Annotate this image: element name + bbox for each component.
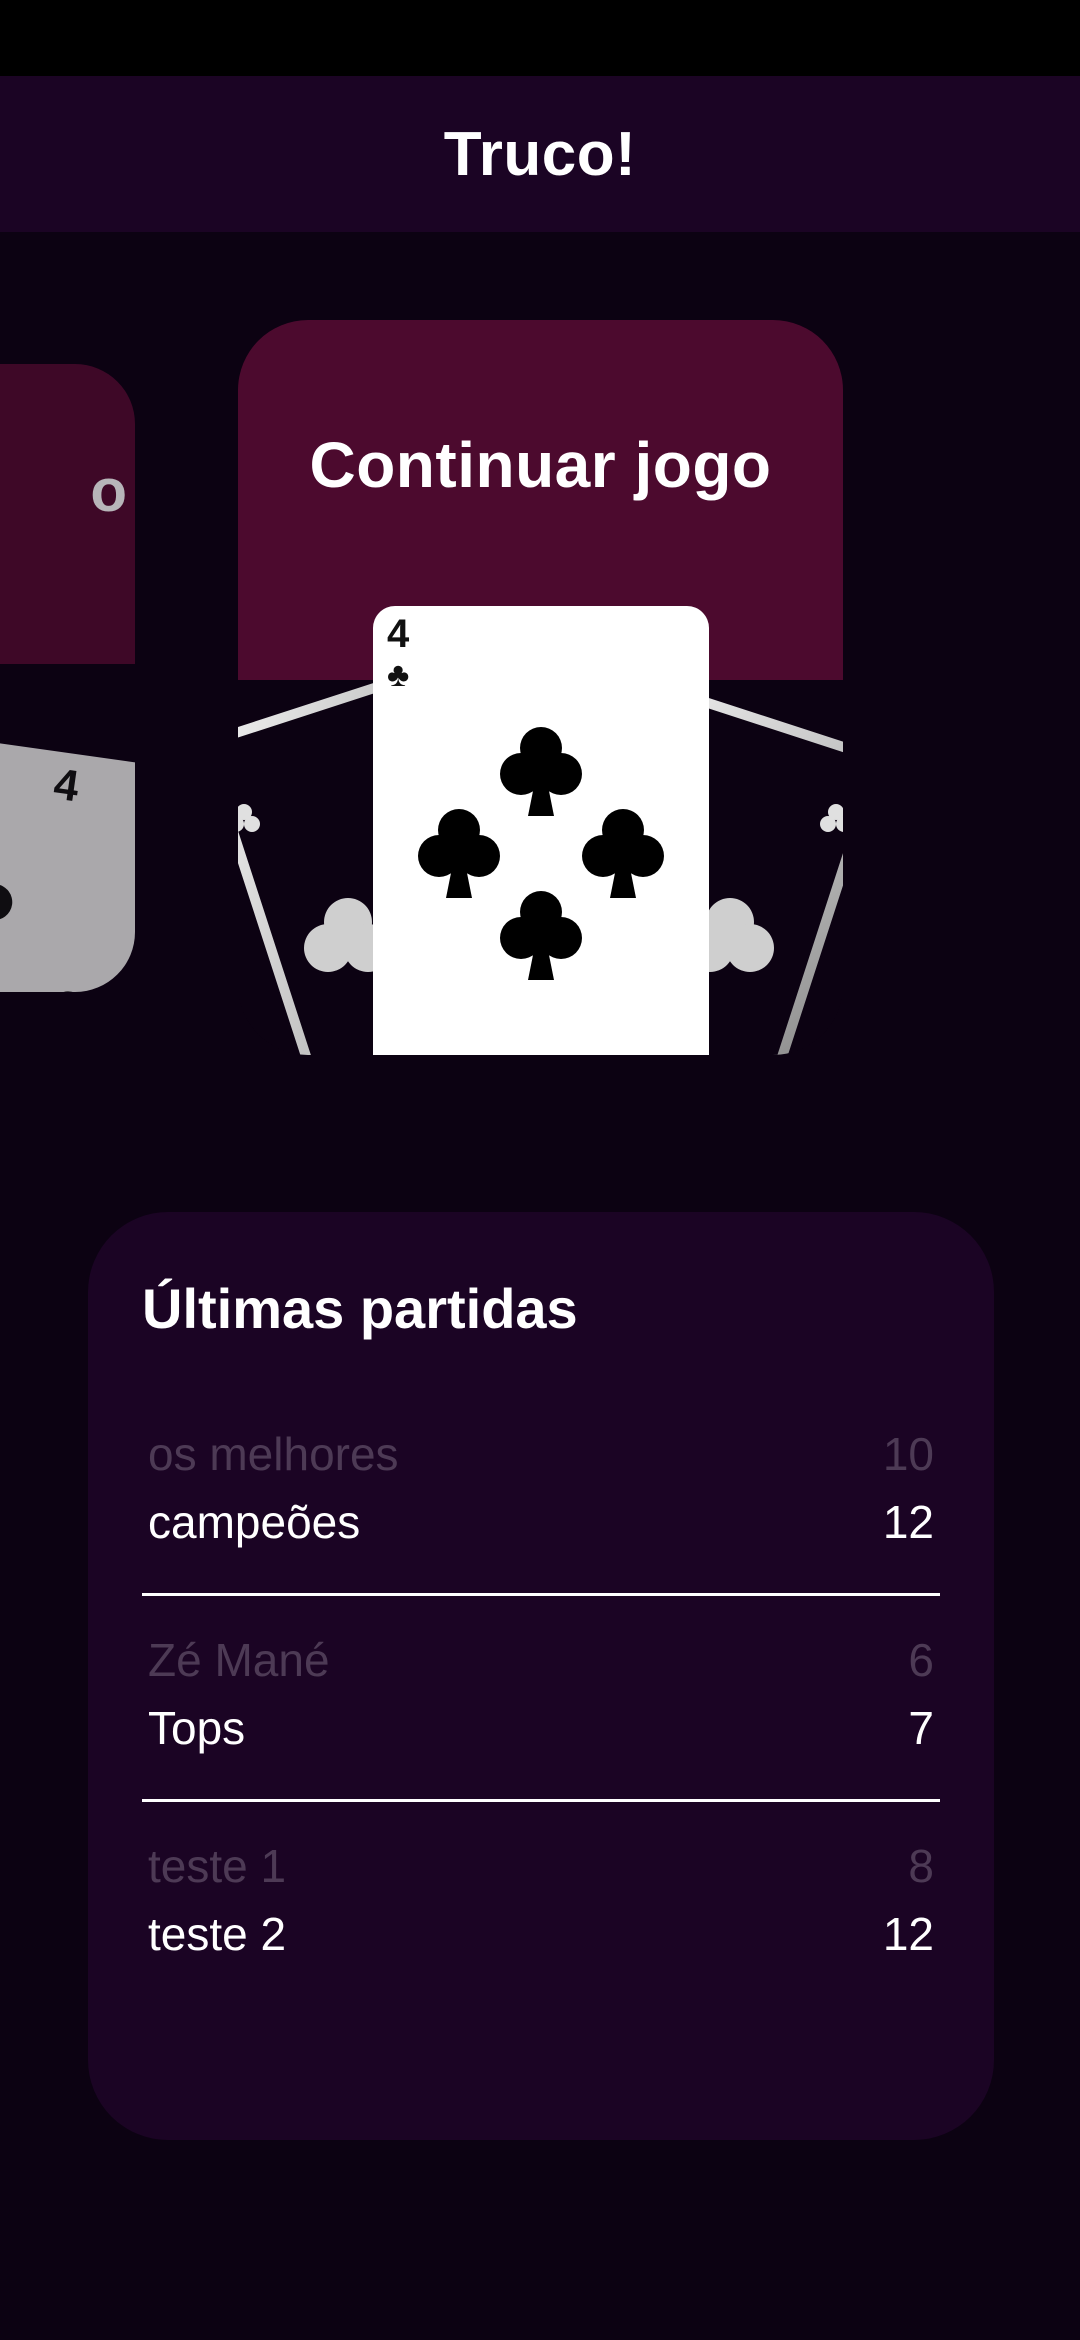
playing-card-illustration: 4 <box>0 722 135 992</box>
status-bar <box>0 0 1080 76</box>
card-title-fragment: o <box>90 457 127 524</box>
match-team-b-row: teste 2 12 <box>148 1908 934 1960</box>
app-bar: Truco! <box>0 76 1080 232</box>
team-name: teste 2 <box>148 1908 287 1960</box>
team-name: os melhores <box>148 1428 399 1480</box>
carousel-card-previous[interactable]: o 4 <box>0 364 135 992</box>
match-team-a-row: teste 1 8 <box>148 1840 934 1892</box>
four-of-clubs-card: 4 ♣ <box>373 606 709 1055</box>
team-name: Tops <box>148 1702 246 1754</box>
app-title: Truco! <box>443 119 637 189</box>
recent-matches-panel: Últimas partidas os melhores 10 campeões… <box>88 1212 994 2140</box>
recent-matches-title: Últimas partidas <box>142 1277 578 1340</box>
team-score: 7 <box>908 1702 934 1754</box>
match-team-a-row: os melhores 10 <box>148 1428 934 1480</box>
match-team-b-row: campeões 12 <box>148 1496 934 1548</box>
clubs-icon <box>0 884 87 992</box>
team-score: 10 <box>882 1428 934 1480</box>
continue-game-card[interactable]: Continuar jogo 4 ♣ <box>238 320 843 1055</box>
match-team-b-row: Tops 7 <box>148 1702 934 1754</box>
team-name: campeões <box>148 1496 361 1548</box>
divider <box>142 1593 940 1596</box>
team-score: 8 <box>908 1840 934 1892</box>
team-name: Zé Mané <box>148 1634 330 1686</box>
team-score: 6 <box>908 1634 934 1686</box>
team-score: 12 <box>882 1908 934 1960</box>
clubs-icon <box>418 727 664 980</box>
game-carousel[interactable]: o 4 Continuar jogo 4 ♣ <box>0 232 1080 1102</box>
team-score: 12 <box>882 1496 934 1548</box>
team-name: teste 1 <box>148 1840 287 1892</box>
divider <box>142 1799 940 1802</box>
match-team-a-row: Zé Mané 6 <box>148 1634 934 1686</box>
